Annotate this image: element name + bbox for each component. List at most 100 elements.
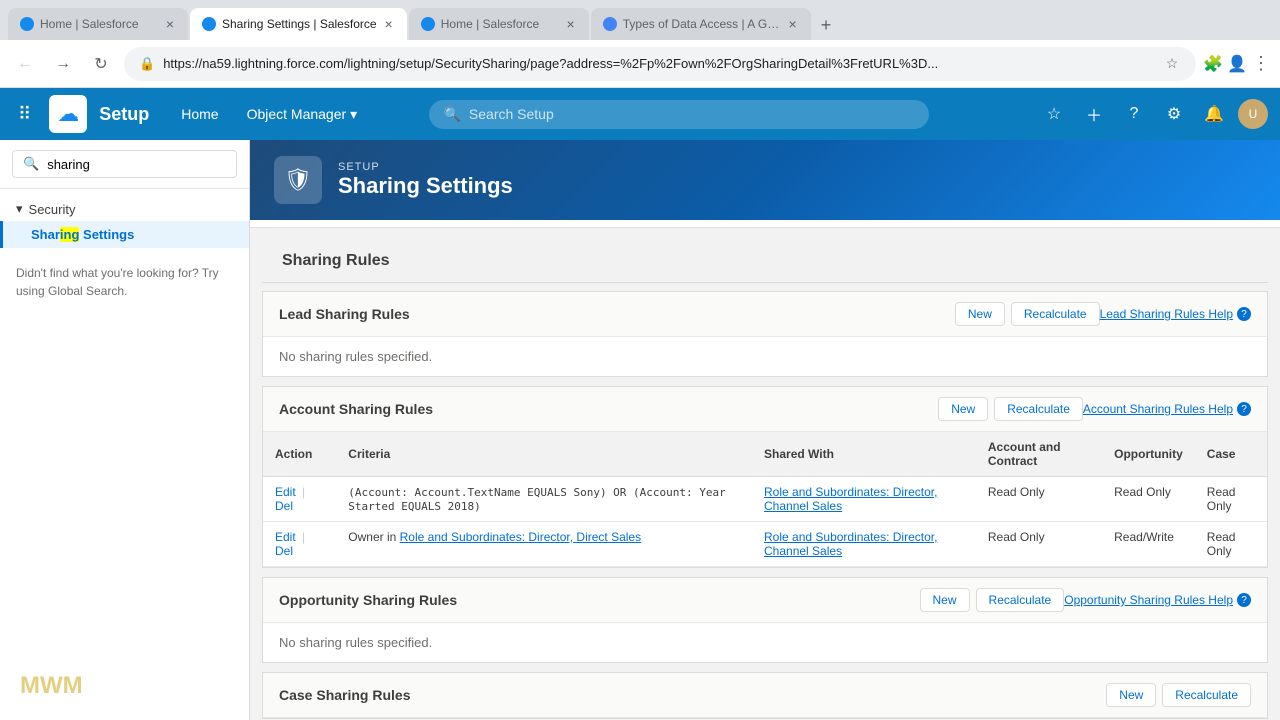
tab-home-1[interactable]: Home | Salesforce ×	[8, 8, 188, 40]
sidebar-search-icon: 🔍	[23, 156, 39, 172]
bell-icon[interactable]: 🔔	[1198, 98, 1230, 130]
tab-home-2[interactable]: Home | Salesforce ×	[409, 8, 589, 40]
opportunity-section-actions: New Recalculate	[920, 588, 1065, 612]
case-recalculate-button[interactable]: Recalculate	[1162, 683, 1251, 707]
row1-shared-link[interactable]: Role and Subordinates: Director, Channel…	[764, 485, 937, 513]
setup-label: SETUP	[338, 161, 513, 173]
tab-close-3[interactable]: ×	[565, 14, 577, 34]
row2-col1: Read Only	[976, 522, 1102, 567]
tab-favicon-4	[603, 17, 617, 31]
row1-action: Edit | Del	[263, 477, 336, 522]
profile-icon[interactable]: 👤	[1228, 55, 1246, 73]
lead-help-link[interactable]: Lead Sharing Rules Help	[1100, 307, 1233, 321]
shield-icon: 🛡	[284, 167, 312, 193]
row2-shared-with: Role and Subordinates: Director, Channel…	[752, 522, 976, 567]
scroll-indicator	[250, 220, 1280, 228]
tab-close-1[interactable]: ×	[164, 14, 176, 34]
opportunity-help-link[interactable]: Opportunity Sharing Rules Help	[1064, 593, 1233, 607]
lead-section-header: Lead Sharing Rules New Recalculate Lead …	[263, 292, 1267, 337]
page-header-icon: 🛡	[274, 156, 322, 204]
row2-criteria-link[interactable]: Role and Subordinates: Director, Direct …	[400, 530, 641, 544]
row2-action: Edit | Del	[263, 522, 336, 567]
account-new-button[interactable]: New	[938, 397, 988, 421]
refresh-button[interactable]: ↻	[86, 49, 116, 79]
sidebar-item-sharing-settings[interactable]: Sharing Settings	[0, 221, 249, 248]
tab-favicon-3	[421, 17, 435, 31]
account-help: Account Sharing Rules Help ?	[1083, 402, 1251, 416]
sf-nav: Home Object Manager ▾	[169, 100, 369, 129]
row2-col2: Read/Write	[1102, 522, 1195, 567]
account-section-title: Account Sharing Rules	[279, 401, 938, 417]
lead-help-icon[interactable]: ?	[1237, 307, 1251, 321]
lock-icon: 🔒	[139, 56, 155, 72]
case-new-button[interactable]: New	[1106, 683, 1156, 707]
tab-title-2: Sharing Settings | Salesforce	[222, 17, 377, 31]
opportunity-section-header: Opportunity Sharing Rules New Recalculat…	[263, 578, 1267, 623]
bookmark-icon[interactable]: ☆	[1163, 55, 1181, 73]
favorites-icon[interactable]: ☆	[1038, 98, 1070, 130]
waffle-icon[interactable]: ⠿	[12, 98, 37, 131]
setup-title: Setup	[99, 104, 149, 125]
header-actions: ☆ ＋ ? ⚙ 🔔 U	[1038, 98, 1268, 130]
account-help-icon[interactable]: ?	[1237, 402, 1251, 416]
tab-sharing[interactable]: Sharing Settings | Salesforce ×	[190, 8, 407, 40]
opportunity-help-icon[interactable]: ?	[1237, 593, 1251, 607]
col-shared-with: Shared With	[752, 432, 976, 477]
sidebar-search-box[interactable]: 🔍	[12, 150, 237, 178]
avatar[interactable]: U	[1238, 99, 1268, 129]
settings-icon[interactable]: ⚙	[1158, 98, 1190, 130]
nav-home[interactable]: Home	[169, 100, 230, 128]
tab-favicon-1	[20, 17, 34, 31]
address-bar[interactable]: 🔒 https://na59.lightning.force.com/light…	[124, 47, 1196, 81]
lead-recalculate-button[interactable]: Recalculate	[1011, 302, 1100, 326]
opportunity-recalculate-button[interactable]: Recalculate	[976, 588, 1065, 612]
chevron-down-icon: ▾	[16, 201, 23, 217]
row2-shared-link[interactable]: Role and Subordinates: Director, Channel…	[764, 530, 937, 558]
tab-guide[interactable]: Types of Data Access | A Guid... ×	[591, 8, 811, 40]
section-title: Security	[29, 202, 76, 217]
row2-edit-link[interactable]: Edit	[275, 530, 296, 544]
account-sharing-section: Account Sharing Rules New Recalculate Ac…	[262, 386, 1268, 568]
extensions-icon[interactable]: 🧩	[1204, 55, 1222, 73]
security-section-toggle[interactable]: ▾ Security	[16, 201, 233, 217]
lead-new-button[interactable]: New	[955, 302, 1005, 326]
lead-section-title: Lead Sharing Rules	[279, 306, 955, 322]
opportunity-new-button[interactable]: New	[920, 588, 970, 612]
scroll-area: Sharing Rules Lead Sharing Rules New Rec…	[250, 228, 1280, 720]
row1-criteria: (Account: Account.TextName EQUALS Sony) …	[336, 477, 752, 522]
page-header: 🛡 SETUP Sharing Settings	[250, 140, 1280, 220]
sidebar-section-security: ▾ Security	[0, 189, 249, 221]
col-account-contract: Account and Contract	[976, 432, 1102, 477]
tab-title-1: Home | Salesforce	[40, 17, 158, 31]
forward-button[interactable]: →	[48, 49, 78, 79]
back-button[interactable]: ←	[10, 49, 40, 79]
help-icon[interactable]: ?	[1118, 98, 1150, 130]
row2-del-link[interactable]: Del	[275, 544, 293, 558]
account-recalculate-button[interactable]: Recalculate	[994, 397, 1083, 421]
row2-criteria: Owner in Role and Subordinates: Director…	[336, 522, 752, 567]
case-sharing-section: Case Sharing Rules New Recalculate	[262, 672, 1268, 719]
menu-icon[interactable]: ⋮	[1252, 55, 1270, 73]
tab-close-2[interactable]: ×	[383, 14, 395, 34]
account-section-header: Account Sharing Rules New Recalculate Ac…	[263, 387, 1267, 432]
sidebar-search-input[interactable]	[47, 157, 226, 172]
add-icon[interactable]: ＋	[1078, 98, 1110, 130]
account-help-link[interactable]: Account Sharing Rules Help	[1083, 402, 1233, 416]
tab-favicon-2	[202, 17, 216, 31]
nav-object-manager[interactable]: Object Manager ▾	[235, 100, 370, 129]
sf-search-box[interactable]: 🔍	[429, 100, 929, 129]
row1-col3: Read Only	[1195, 477, 1267, 522]
new-tab-button[interactable]: +	[813, 11, 840, 40]
sharing-rules-title: Sharing Rules	[282, 252, 1248, 270]
tab-close-4[interactable]: ×	[787, 14, 799, 34]
tab-title-3: Home | Salesforce	[441, 17, 559, 31]
row1-edit-link[interactable]: Edit	[275, 485, 296, 499]
opportunity-help: Opportunity Sharing Rules Help ?	[1064, 593, 1251, 607]
case-section-header: Case Sharing Rules New Recalculate	[263, 673, 1267, 718]
lead-help: Lead Sharing Rules Help ?	[1100, 307, 1251, 321]
search-input[interactable]	[469, 106, 916, 122]
row1-col1: Read Only	[976, 477, 1102, 522]
lead-section-actions: New Recalculate	[955, 302, 1100, 326]
row1-del-link[interactable]: Del	[275, 499, 293, 513]
tab-title-4: Types of Data Access | A Guid...	[623, 17, 781, 31]
